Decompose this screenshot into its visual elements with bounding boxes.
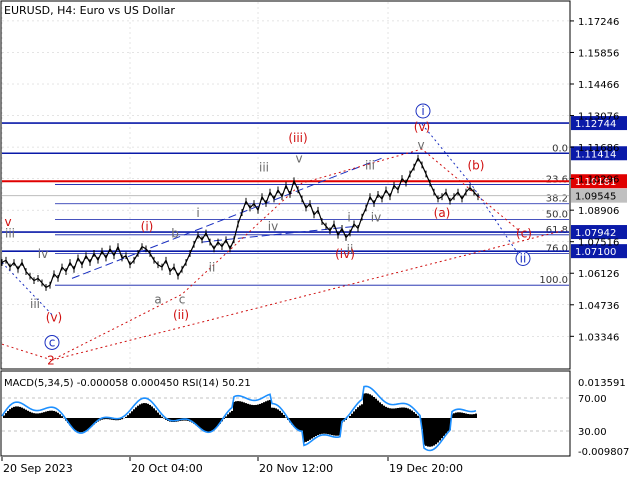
wave-label: (v) <box>414 120 430 134</box>
wave-label: (iv) <box>335 247 355 261</box>
fib-level-label: 50.0 <box>546 209 568 220</box>
wave-label: (v) <box>46 310 62 324</box>
y-tick-label: 1.08906 <box>578 206 619 217</box>
wave-label: iv <box>38 247 48 261</box>
wave-label: (i) <box>141 220 154 234</box>
indicator-axis-label: 30.00 <box>578 427 607 438</box>
wave-label: ii <box>520 251 527 265</box>
wave-label: 2 <box>47 354 55 368</box>
wave-label: i <box>421 104 424 118</box>
wave-label: i <box>347 211 350 225</box>
fib-level-label: 61.8 <box>546 225 568 236</box>
fib-level-label: 23.6 <box>546 174 568 185</box>
x-tick-label: 19 Dec 20:00 <box>389 462 463 475</box>
wave-label: ii <box>209 261 216 275</box>
y-tick-label: 1.10296 <box>578 175 619 186</box>
indicator-axis-label: 70.00 <box>578 394 607 405</box>
wave-label: iii <box>5 227 15 241</box>
price-label-text: 1.09545 <box>575 192 616 203</box>
chart-canvas[interactable]: 0.023.638.250.061.876.0100.01.127441.114… <box>0 0 640 480</box>
y-tick-label: 1.04736 <box>578 301 619 312</box>
wave-label: i <box>196 206 199 220</box>
x-tick-label: 20 Oct 04:00 <box>131 462 203 475</box>
y-tick-label: 1.11686 <box>578 143 619 154</box>
wave-label: iv <box>371 211 381 225</box>
y-tick-label: 1.03346 <box>578 332 619 343</box>
indicator-axis-label: 0.013591 <box>578 378 626 389</box>
indicator-title: MACD(5,34,5) -0.000058 0.000450 RSI(14) … <box>4 378 251 389</box>
wave-label: c <box>49 335 56 349</box>
wave-label: (a) <box>434 206 451 220</box>
wave-label: (iii) <box>288 131 307 145</box>
wave-label: c <box>179 292 186 306</box>
fib-level-label: 100.0 <box>539 275 568 286</box>
y-tick-label: 1.17246 <box>578 17 619 28</box>
y-tick-label: 1.13076 <box>578 112 619 123</box>
wave-label: (b) <box>468 158 485 172</box>
y-tick-label: 1.15856 <box>578 48 619 59</box>
wave-label: (ii) <box>173 308 189 322</box>
wave-label: iii <box>30 297 40 311</box>
y-tick-label: 1.07516 <box>578 238 619 249</box>
wave-label: iv <box>268 220 278 234</box>
wave-label: iii <box>259 161 269 175</box>
wave-label: v <box>417 138 424 152</box>
y-tick-label: 1.06126 <box>578 269 619 280</box>
wave-label: iii <box>365 158 375 172</box>
indicator-axis-label: -0.009807 <box>578 447 629 458</box>
wave-label: (c) <box>516 227 532 241</box>
chart-background <box>0 0 640 480</box>
wave-label: v <box>295 152 302 166</box>
price-label-text: 1.07100 <box>575 247 616 258</box>
chart-title: EURUSD, H4: Euro vs US Dollar <box>4 4 175 17</box>
fib-level-label: 76.0 <box>546 244 568 255</box>
x-tick-label: 20 Nov 12:00 <box>259 462 333 475</box>
x-tick-label: 20 Sep 2023 <box>3 462 73 475</box>
wave-label: a <box>154 292 161 306</box>
y-tick-label: 1.14466 <box>578 80 619 91</box>
wave-label: b <box>171 227 179 241</box>
